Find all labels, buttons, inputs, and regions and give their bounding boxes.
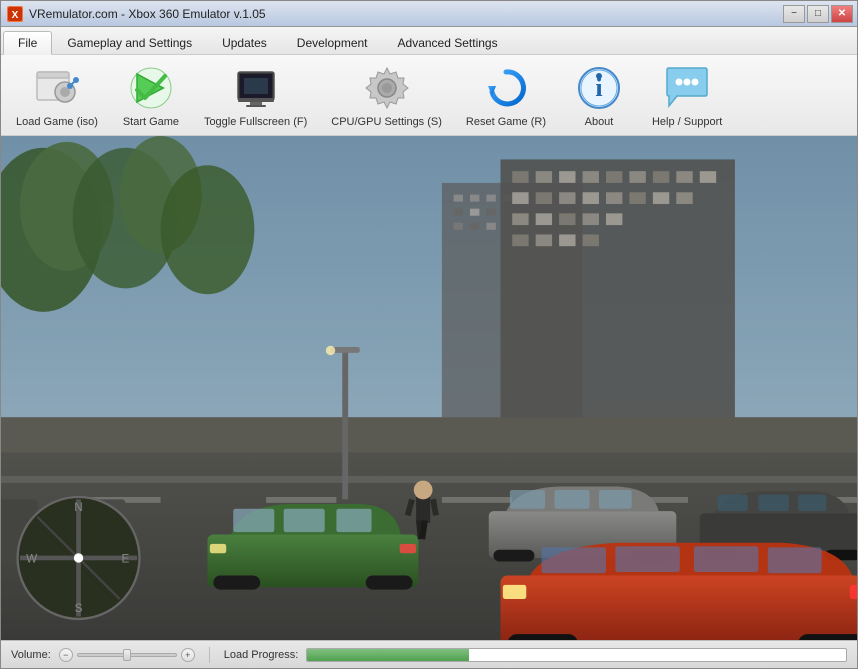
load-game-icon (33, 64, 81, 112)
toolbar: Load Game (iso) Start Game (1, 55, 857, 136)
volume-slider[interactable] (77, 653, 177, 657)
svg-text:E: E (122, 553, 130, 566)
title-bar-left: X VRemulator.com - Xbox 360 Emulator v.1… (7, 6, 266, 22)
game-content: N E S W (1, 136, 857, 640)
fullscreen-label: Toggle Fullscreen (F) (204, 116, 307, 128)
about-icon: i (575, 64, 623, 112)
tab-updates[interactable]: Updates (207, 30, 282, 54)
reset-game-label: Reset Game (R) (466, 116, 546, 128)
start-game-button[interactable]: Start Game (111, 59, 191, 135)
status-bar: Volume: − + Load Progress: (1, 640, 857, 668)
reset-icon (482, 64, 530, 112)
tab-gameplay[interactable]: Gameplay and Settings (52, 30, 207, 54)
volume-control: − + (59, 648, 195, 662)
about-label: About (585, 116, 614, 128)
main-window: X VRemulator.com - Xbox 360 Emulator v.1… (0, 0, 858, 669)
volume-thumb (123, 649, 131, 661)
window-title: VRemulator.com - Xbox 360 Emulator v.1.0… (29, 7, 266, 21)
tab-development[interactable]: Development (282, 30, 383, 54)
app-icon: X (7, 6, 23, 22)
load-game-button[interactable]: Load Game (iso) (5, 59, 109, 135)
help-icon (663, 64, 711, 112)
menu-bar: File Gameplay and Settings Updates Devel… (1, 27, 857, 55)
load-progress-fill (307, 649, 469, 661)
maximize-button[interactable]: □ (807, 5, 829, 23)
svg-text:W: W (26, 553, 38, 566)
close-button[interactable]: ✕ (831, 5, 853, 23)
reset-game-button[interactable]: Reset Game (R) (455, 59, 557, 135)
volume-label: Volume: (11, 649, 51, 661)
svg-text:S: S (75, 602, 83, 615)
volume-increase-button[interactable]: + (181, 648, 195, 662)
toggle-fullscreen-button[interactable]: Toggle Fullscreen (F) (193, 59, 318, 135)
status-divider (209, 647, 210, 663)
start-game-icon (127, 64, 175, 112)
start-game-label: Start Game (123, 116, 179, 128)
volume-decrease-button[interactable]: − (59, 648, 73, 662)
svg-text:X: X (12, 10, 19, 21)
title-bar: X VRemulator.com - Xbox 360 Emulator v.1… (1, 1, 857, 27)
about-button[interactable]: i About (559, 59, 639, 135)
minimize-button[interactable]: − (783, 5, 805, 23)
help-support-button[interactable]: Help / Support (641, 59, 733, 135)
tab-advanced[interactable]: Advanced Settings (383, 30, 513, 54)
game-scene: N E S W (1, 136, 857, 640)
tab-file[interactable]: File (3, 31, 52, 55)
cpu-gpu-label: CPU/GPU Settings (S) (331, 116, 442, 128)
load-progress-bar (306, 648, 847, 662)
svg-text:N: N (74, 501, 82, 514)
settings-icon (363, 64, 411, 112)
cpu-gpu-settings-button[interactable]: CPU/GPU Settings (S) (320, 59, 453, 135)
fullscreen-icon (232, 64, 280, 112)
load-progress-label: Load Progress: (224, 649, 299, 661)
load-game-label: Load Game (iso) (16, 116, 98, 128)
window-controls: − □ ✕ (783, 5, 853, 23)
help-support-label: Help / Support (652, 116, 722, 128)
